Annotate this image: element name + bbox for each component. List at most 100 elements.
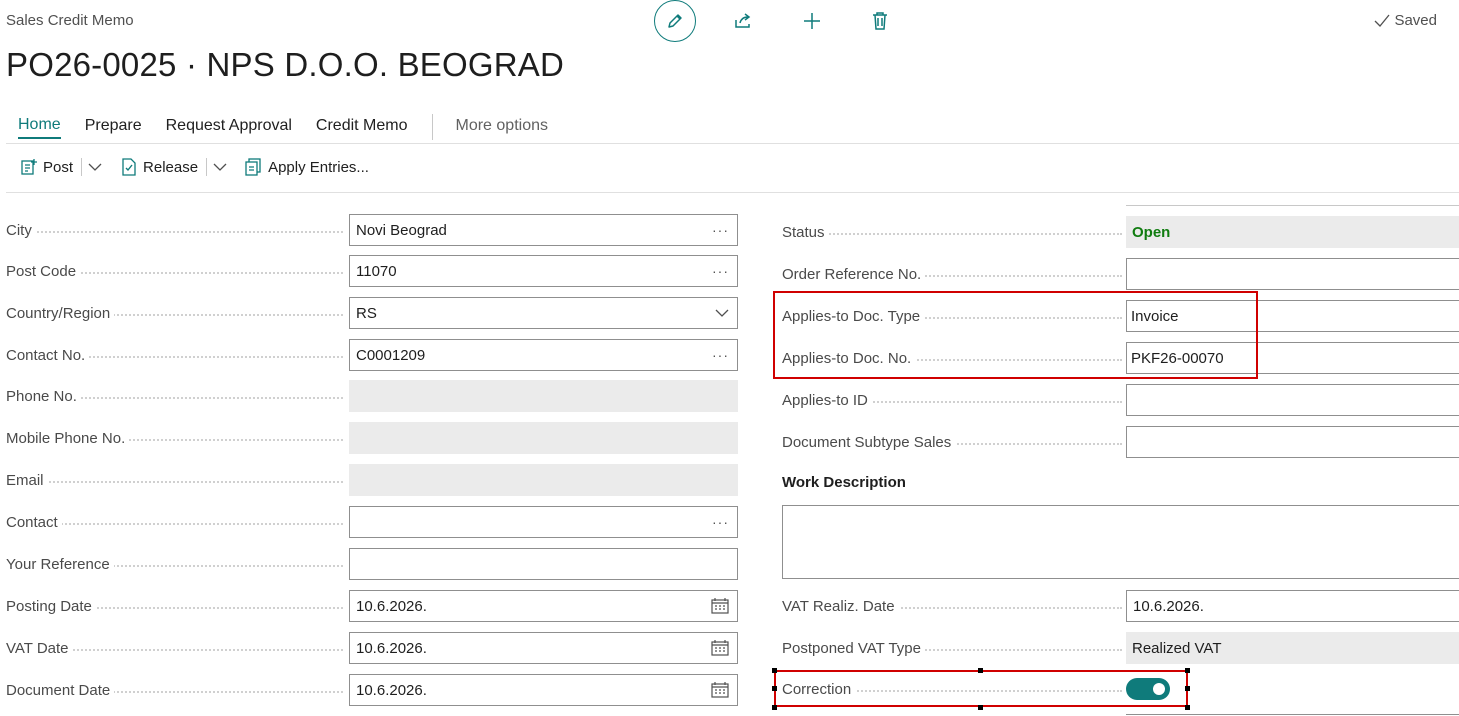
your-reference-label: Your Reference — [6, 555, 114, 573]
document-date-trail-button[interactable] — [711, 682, 729, 698]
document-date-field[interactable]: 10.6.2026. — [349, 674, 738, 706]
action-bar: Post Release Apply Entries... — [20, 158, 369, 176]
more-options-icon: ··· — [712, 514, 729, 530]
post-code-row: Post Code — [6, 255, 349, 287]
city-trail-button[interactable]: ··· — [712, 222, 729, 238]
work-description-textarea[interactable] — [782, 505, 1459, 579]
post-label: Post — [43, 158, 74, 176]
release-label: Release — [143, 158, 199, 176]
document-date-value: 10.6.2026. — [356, 681, 427, 699]
selection-handle[interactable] — [978, 705, 983, 710]
checkmark-icon — [1374, 14, 1390, 27]
calendar-icon — [711, 682, 729, 698]
contact-no-value: C0001209 — [356, 346, 426, 364]
email-label: Email — [6, 471, 48, 489]
tab-prepare[interactable]: Prepare — [85, 117, 142, 138]
your-reference-field[interactable] — [349, 548, 738, 580]
tab-credit-memo[interactable]: Credit Memo — [316, 117, 408, 138]
vat-realiz-value: 10.6.2026. — [1133, 597, 1204, 615]
city-row: City — [6, 214, 349, 246]
vat-date-field[interactable]: 10.6.2026. — [349, 632, 738, 664]
split-divider — [206, 158, 208, 176]
chevron-down-icon — [88, 163, 102, 171]
post-code-trail-button[interactable]: ··· — [712, 263, 729, 279]
doc-subtype-input[interactable] — [1126, 426, 1459, 458]
city-field[interactable]: Novi Beograd ··· — [349, 214, 738, 246]
selection-handle[interactable] — [1185, 686, 1190, 691]
share-button[interactable] — [730, 8, 756, 34]
work-description-title: Work Description — [782, 474, 906, 491]
page-caption: Sales Credit Memo — [6, 12, 134, 29]
post-code-field[interactable]: 11070 ··· — [349, 255, 738, 287]
divider — [1126, 205, 1459, 206]
release-button[interactable]: Release — [120, 158, 198, 176]
label-leader — [6, 481, 343, 483]
chevron-down-icon — [715, 309, 729, 317]
contact-no-trail-button[interactable]: ··· — [712, 347, 729, 363]
posting-date-value: 10.6.2026. — [356, 597, 427, 615]
order-ref-input[interactable] — [1126, 258, 1459, 290]
selection-handle[interactable] — [1185, 705, 1190, 710]
posting-date-field[interactable]: 10.6.2026. — [349, 590, 738, 622]
contact-trail-button[interactable]: ··· — [712, 514, 729, 530]
phone-no-row: Phone No. — [6, 380, 349, 412]
selection-handle[interactable] — [1185, 668, 1190, 673]
label-leader — [6, 231, 343, 233]
selection-handle[interactable] — [772, 686, 777, 691]
vat-date-trail-button[interactable] — [711, 640, 729, 656]
pencil-icon — [668, 14, 682, 28]
post-button[interactable]: Post — [20, 158, 73, 176]
country-region-row: Country/Region — [6, 297, 349, 329]
vat-date-label: VAT Date — [6, 639, 73, 657]
chevron-down-icon — [213, 163, 227, 171]
contact-field[interactable]: ··· — [349, 506, 738, 538]
postponed-vat-label: Postponed VAT Type — [782, 639, 925, 657]
postponed-vat-row: Postponed VAT Type — [782, 632, 1126, 664]
delete-button[interactable] — [867, 8, 893, 34]
apply-entries-label: Apply Entries... — [268, 158, 369, 176]
saved-label: Saved — [1394, 12, 1437, 29]
contact-label: Contact — [6, 513, 62, 531]
applies-id-row: Applies-to ID — [782, 384, 1126, 416]
apply-entries-button[interactable]: Apply Entries... — [245, 158, 369, 176]
order-ref-label: Order Reference No. — [782, 265, 926, 283]
doc-subtype-label: Document Subtype Sales — [782, 433, 956, 451]
mobile-phone-no-row: Mobile Phone No. — [6, 422, 349, 454]
country-region-label: Country/Region — [6, 304, 115, 322]
apply-entries-icon — [245, 158, 261, 176]
post-dropdown[interactable] — [88, 162, 102, 172]
contact-no-label: Contact No. — [6, 346, 90, 364]
split-divider — [81, 158, 83, 176]
city-value: Novi Beograd — [356, 221, 447, 239]
tab-home[interactable]: Home — [18, 116, 61, 139]
release-dropdown[interactable] — [213, 162, 227, 172]
applies-id-input[interactable] — [1126, 384, 1459, 416]
country-region-trail-button[interactable] — [715, 308, 729, 318]
divider — [1126, 714, 1459, 715]
calendar-icon — [711, 640, 729, 656]
page-title: PO26-0025 · NPS D.O.O. BEOGRAD — [6, 46, 565, 83]
more-options-icon: ··· — [712, 347, 729, 363]
vat-date-value: 10.6.2026. — [356, 639, 427, 657]
new-button[interactable] — [799, 8, 825, 34]
selection-handle[interactable] — [772, 705, 777, 710]
country-region-value: RS — [356, 304, 377, 322]
email-field — [349, 464, 738, 496]
tab-request-approval[interactable]: Request Approval — [166, 117, 292, 138]
vat-realiz-date-input[interactable]: 10.6.2026. — [1126, 590, 1459, 622]
posting-date-row: Posting Date — [6, 590, 349, 622]
phone-no-field — [349, 380, 738, 412]
country-region-field[interactable]: RS — [349, 297, 738, 329]
calendar-icon — [711, 598, 729, 614]
postponed-vat-value: Realized VAT — [1132, 639, 1222, 657]
posting-date-trail-button[interactable] — [711, 598, 729, 614]
mobile-phone-no-label: Mobile Phone No. — [6, 429, 130, 447]
tab-more-options[interactable]: More options — [456, 117, 549, 138]
posting-date-label: Posting Date — [6, 597, 96, 615]
selection-handle[interactable] — [772, 668, 777, 673]
contact-no-field[interactable]: C0001209 ··· — [349, 339, 738, 371]
divider — [6, 143, 1459, 144]
status-row: Status — [782, 216, 1126, 248]
selection-handle[interactable] — [978, 668, 983, 673]
edit-button[interactable] — [654, 0, 696, 42]
